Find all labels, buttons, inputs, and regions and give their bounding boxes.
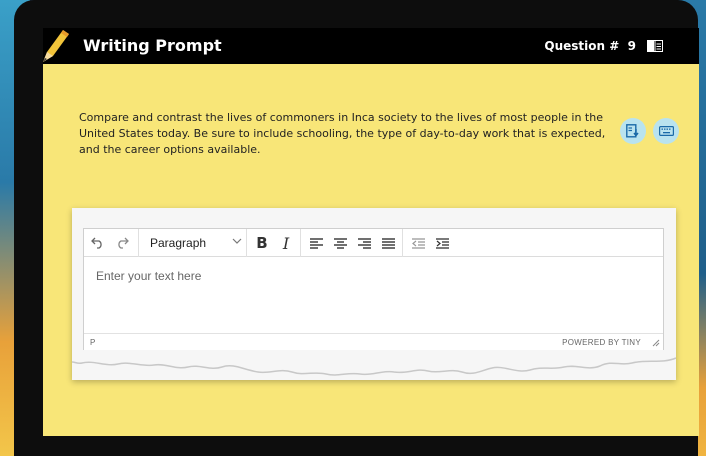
- screen: Writing Prompt Question # 9 Compare and …: [43, 28, 699, 436]
- keyboard-icon: [658, 126, 674, 136]
- bold-button[interactable]: B: [252, 233, 272, 253]
- tablet-frame: Writing Prompt Question # 9 Compare and …: [14, 0, 699, 456]
- indent-button[interactable]: [432, 233, 452, 253]
- element-path[interactable]: P: [90, 338, 95, 347]
- question-number: Question # 9: [544, 39, 636, 53]
- prompt-text: Compare and contrast the lives of common…: [79, 111, 606, 156]
- outdent-icon: [411, 237, 425, 249]
- page-title: Writing Prompt: [83, 36, 222, 55]
- redo-button[interactable]: [112, 233, 132, 253]
- redo-icon: [118, 237, 129, 249]
- undo-icon: [91, 237, 102, 249]
- toolbar-divider: [246, 229, 247, 257]
- keyboard-button[interactable]: [653, 118, 679, 144]
- question-label: Question #: [544, 39, 620, 53]
- editor-content-area[interactable]: Enter your text here: [96, 269, 201, 283]
- question-number-value: 9: [627, 39, 636, 53]
- rich-text-editor: Paragraph B I Enter your text here P POW…: [83, 228, 664, 351]
- align-center-button[interactable]: [330, 233, 350, 253]
- editor-container: Paragraph B I Enter your text here P POW…: [72, 208, 676, 380]
- title-bar: Writing Prompt Question # 9: [43, 28, 699, 64]
- align-left-button[interactable]: [306, 233, 326, 253]
- torn-paper-edge: [72, 350, 676, 376]
- align-right-icon: [357, 237, 371, 249]
- align-right-button[interactable]: [354, 233, 374, 253]
- tiny-branding-link[interactable]: POWERED BY TINY: [562, 338, 641, 347]
- chevron-down-icon: [232, 238, 242, 244]
- text-to-speech-button[interactable]: [620, 118, 646, 144]
- book-icon[interactable]: [647, 40, 663, 52]
- editor-statusbar: P POWERED BY TINY: [84, 333, 663, 350]
- text-to-speech-icon: [626, 123, 639, 138]
- undo-button[interactable]: [88, 233, 108, 253]
- outdent-button[interactable]: [408, 233, 428, 253]
- pencil-icon: [43, 30, 69, 62]
- indent-icon: [435, 237, 449, 249]
- block-format-select[interactable]: Paragraph: [150, 236, 240, 250]
- toolbar-divider: [402, 229, 403, 257]
- align-left-icon: [309, 237, 323, 249]
- align-center-icon: [333, 237, 347, 249]
- align-justify-button[interactable]: [378, 233, 398, 253]
- resize-handle-icon[interactable]: [651, 338, 660, 347]
- toolbar-divider: [138, 229, 139, 257]
- italic-button[interactable]: I: [276, 233, 296, 253]
- editor-toolbar: Paragraph B I: [84, 229, 663, 257]
- toolbar-divider: [300, 229, 301, 257]
- align-justify-icon: [381, 237, 395, 249]
